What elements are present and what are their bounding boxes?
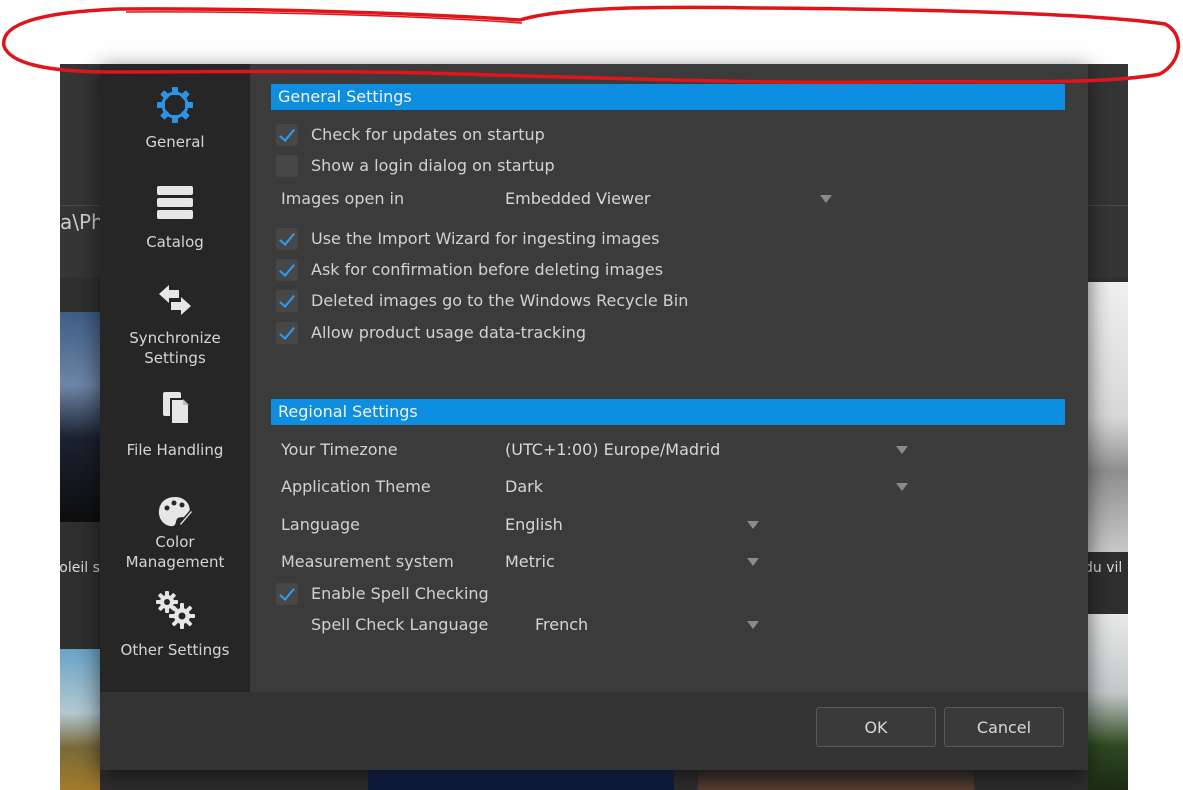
spell-check-label: Enable Spell Checking [311, 584, 489, 603]
settings-sidebar: General Catalog Synchronize Settings Fil… [100, 64, 250, 692]
sidebar-item-label: General [145, 133, 205, 151]
measurement-value: Metric [505, 552, 555, 571]
usage-tracking-checkbox[interactable] [276, 322, 298, 344]
timezone-dropdown[interactable]: (UTC+1:00) Europe/Madrid [505, 437, 908, 463]
confirm-delete-label: Ask for confirmation before deleting ima… [311, 260, 664, 279]
login-dialog-label: Show a login dialog on startup [311, 156, 555, 175]
sidebar-item-label: Color Management [125, 533, 225, 571]
sync-arrows-icon [159, 285, 191, 315]
sidebar-item-file-handling[interactable]: File Handling [100, 390, 250, 460]
app-theme-label: Application Theme [281, 477, 431, 496]
sidebar-item-catalog[interactable]: Catalog [100, 184, 250, 252]
recycle-bin-label: Deleted images go to the Windows Recycle… [311, 291, 689, 310]
background-folder-path: a\Ph [60, 210, 104, 234]
recycle-bin-checkbox[interactable] [276, 290, 298, 312]
app-theme-value: Dark [505, 477, 543, 496]
import-wizard-checkbox[interactable] [276, 228, 298, 250]
chevron-down-icon [747, 521, 759, 529]
background-thumbnail-trees[interactable] [1088, 614, 1128, 790]
usage-tracking-label: Allow product usage data-tracking [311, 323, 587, 342]
chevron-down-icon [747, 621, 759, 629]
sidebar-item-label: Catalog [146, 233, 204, 251]
spell-language-dropdown[interactable]: French [535, 612, 759, 638]
stack-icon [157, 186, 193, 219]
background-caption-right: du vil [1084, 560, 1123, 576]
sidebar-item-label: Other Settings [120, 641, 230, 659]
chevron-down-icon [747, 558, 759, 566]
background-thumbnail-landscape[interactable] [60, 649, 100, 790]
spell-language-label: Spell Check Language [311, 615, 489, 634]
section-header-regional: Regional Settings [271, 399, 1065, 425]
chevron-down-icon [896, 483, 908, 491]
language-dropdown[interactable]: English [505, 512, 759, 538]
spell-check-checkbox[interactable] [276, 583, 298, 605]
background-thumbnail-village[interactable] [1088, 282, 1128, 552]
images-open-in-dropdown[interactable]: Embedded Viewer [505, 186, 832, 212]
chevron-down-icon [896, 446, 908, 454]
images-open-in-label: Images open in [281, 189, 405, 208]
timezone-value: (UTC+1:00) Europe/Madrid [505, 440, 721, 459]
background-thumbnail-sky[interactable] [60, 312, 100, 522]
ok-button[interactable]: OK [816, 707, 936, 747]
images-open-in-value: Embedded Viewer [505, 189, 651, 208]
confirm-delete-checkbox[interactable] [276, 259, 298, 281]
spell-language-value: French [535, 615, 589, 634]
documents-icon [163, 392, 190, 425]
preferences-dialog: General Catalog Synchronize Settings Fil… [100, 64, 1088, 770]
gear-icon [157, 87, 193, 123]
sidebar-item-synchronize[interactable]: Synchronize Settings [100, 282, 250, 368]
import-wizard-label: Use the Import Wizard for ingesting imag… [311, 229, 660, 248]
dialog-footer [100, 692, 1088, 770]
chevron-down-icon [820, 195, 832, 203]
sidebar-item-color-management[interactable]: Color Management [100, 494, 250, 572]
cancel-button[interactable]: Cancel [944, 707, 1064, 747]
sidebar-item-other-settings[interactable]: Other Settings [100, 590, 250, 660]
palette-icon [158, 497, 195, 528]
language-value: English [505, 515, 563, 534]
measurement-label: Measurement system [281, 552, 454, 571]
sidebar-item-label: Synchronize Settings [129, 329, 221, 367]
sidebar-item-label: File Handling [126, 441, 224, 459]
section-header-general: General Settings [271, 84, 1065, 110]
gears-icon [156, 591, 195, 629]
app-theme-dropdown[interactable]: Dark [505, 474, 908, 500]
language-label: Language [281, 515, 360, 534]
check-updates-checkbox[interactable] [276, 124, 298, 146]
login-dialog-checkbox[interactable] [276, 155, 298, 177]
sidebar-item-general[interactable]: General [100, 84, 250, 152]
settings-content: General Settings Check for updates on st… [250, 64, 1088, 692]
background-caption-left: soleil s [60, 560, 100, 576]
measurement-dropdown[interactable]: Metric [505, 549, 759, 575]
check-updates-label: Check for updates on startup [311, 125, 545, 144]
timezone-label: Your Timezone [281, 440, 398, 459]
